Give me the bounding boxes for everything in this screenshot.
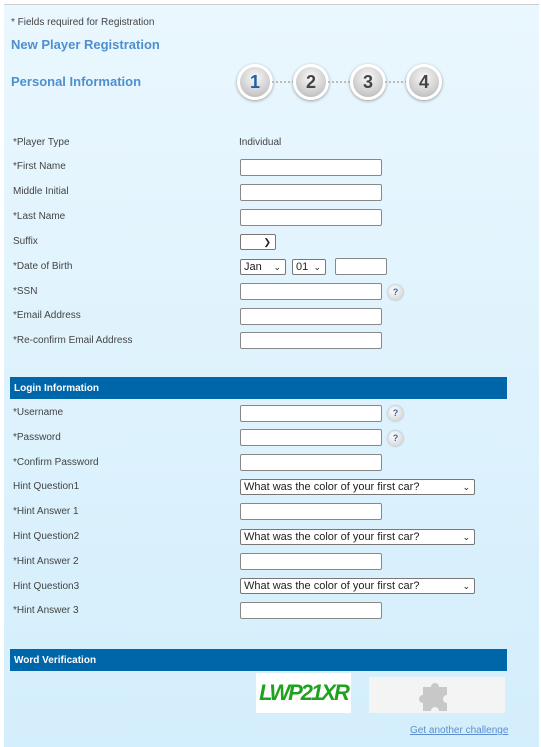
chevron-down-icon: ⌄ [313,262,321,272]
username-input[interactable] [240,405,382,422]
help-icon[interactable]: ? [388,285,403,300]
hint-answer2-label: *Hint Answer 2 [13,556,79,567]
middle-initial-label: Middle Initial [13,186,69,197]
email-label: *Email Address [13,310,81,321]
hint-question3-value: What was the color of your first car? [244,580,420,592]
section-title: Personal Information [11,74,142,89]
dob-month-value: Jan [244,261,262,273]
step-connector [328,81,350,83]
step-connector [385,81,407,83]
hint-question3-label: Hint Question3 [13,581,80,592]
verification-section-header: Word Verification [10,649,507,671]
last-name-label: *Last Name [13,211,66,222]
hint-question1-value: What was the color of your first car? [244,481,420,493]
page-title: New Player Registration [11,37,160,52]
password-label: *Password [13,432,61,443]
required-note: * Fields required for Registration [11,17,155,28]
captcha-image: LWP21XR [256,673,351,713]
confirm-password-input[interactable] [240,454,382,471]
hint-question2-label: Hint Question2 [13,531,80,542]
first-name-input[interactable] [240,159,382,176]
dob-day-select[interactable]: 01 ⌄ [292,259,326,275]
username-label: *Username [13,407,64,418]
step-connector [272,81,294,83]
chevron-down-icon: ❯ [263,237,271,247]
step-4: 4 [406,64,442,100]
login-section-header: Login Information [10,377,507,399]
step-3: 3 [350,64,386,100]
suffix-label: Suffix [13,236,38,247]
chevron-down-icon: ⌄ [273,262,281,272]
hint-answer3-input[interactable] [240,602,382,619]
ssn-label: *SSN [13,286,38,297]
hint-question1-label: Hint Question1 [13,481,80,492]
step-1: 1 [237,64,273,100]
confirm-password-label: *Confirm Password [13,457,99,468]
player-type-label: *Player Type [13,137,70,148]
get-another-challenge-link[interactable]: Get another challenge [410,725,508,736]
hint-question3-select[interactable]: What was the color of your first car? ⌄ [240,578,475,594]
dob-year-input[interactable] [335,258,387,275]
middle-initial-input[interactable] [240,184,382,201]
last-name-input[interactable] [240,209,382,226]
suffix-select[interactable]: ❯ [240,234,276,250]
chevron-down-icon: ⌄ [462,581,470,591]
player-type-value: Individual [239,137,282,148]
password-input[interactable] [240,429,382,446]
first-name-label: *First Name [13,161,66,172]
hint-question2-select[interactable]: What was the color of your first car? ⌄ [240,529,475,545]
dob-month-select[interactable]: Jan ⌄ [240,259,286,275]
confirm-email-label: *Re-confirm Email Address [13,335,133,346]
chevron-down-icon: ⌄ [462,482,470,492]
dob-day-value: 01 [296,261,309,273]
captcha-plugin-placeholder [369,677,505,713]
help-icon[interactable]: ? [388,406,403,421]
hint-answer2-input[interactable] [240,553,382,570]
hint-question2-value: What was the color of your first car? [244,531,420,543]
help-icon[interactable]: ? [388,431,403,446]
chevron-down-icon: ⌄ [462,532,470,542]
hint-answer1-input[interactable] [240,503,382,520]
ssn-input[interactable] [240,283,382,300]
puzzle-icon [419,683,447,711]
email-input[interactable] [240,308,382,325]
hint-answer3-label: *Hint Answer 3 [13,605,79,616]
dob-label: *Date of Birth [13,261,73,272]
hint-answer1-label: *Hint Answer 1 [13,506,79,517]
registration-form: * Fields required for Registration New P… [4,4,539,747]
step-2: 2 [293,64,329,100]
hint-question1-select[interactable]: What was the color of your first car? ⌄ [240,479,475,495]
confirm-email-input[interactable] [240,332,382,349]
